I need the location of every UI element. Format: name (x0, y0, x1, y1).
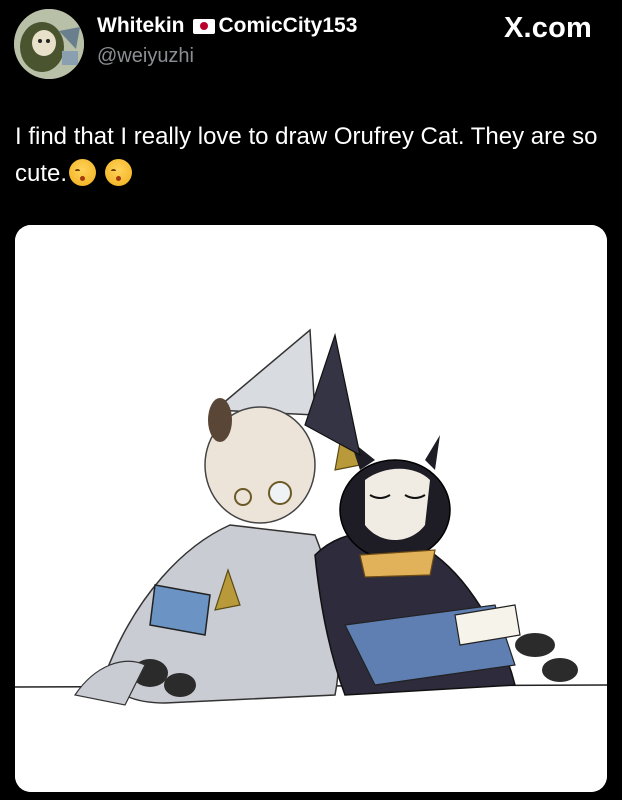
japan-flag-icon (192, 18, 215, 34)
author-handle[interactable]: @weiyuzhi (97, 45, 194, 68)
tweet-body: I find that I really love to draw Orufre… (15, 123, 598, 187)
cats-illustration (15, 225, 607, 792)
site-logo: X.com (503, 12, 592, 44)
tweet-text: I find that I really love to draw Orufre… (15, 118, 605, 192)
tweet-media-image[interactable] (15, 225, 607, 792)
avatar[interactable] (14, 9, 84, 79)
kissing-face-emoji-icon (104, 159, 132, 186)
author-name: Whitekin (97, 14, 185, 37)
kissing-face-emoji-icon (69, 159, 97, 186)
tweet-header: Whitekin ComicCity153 @weiyuzhi X.com (0, 0, 622, 90)
author-tag: ComicCity153 (218, 14, 358, 37)
author-display-name[interactable]: Whitekin ComicCity153 (97, 14, 357, 38)
